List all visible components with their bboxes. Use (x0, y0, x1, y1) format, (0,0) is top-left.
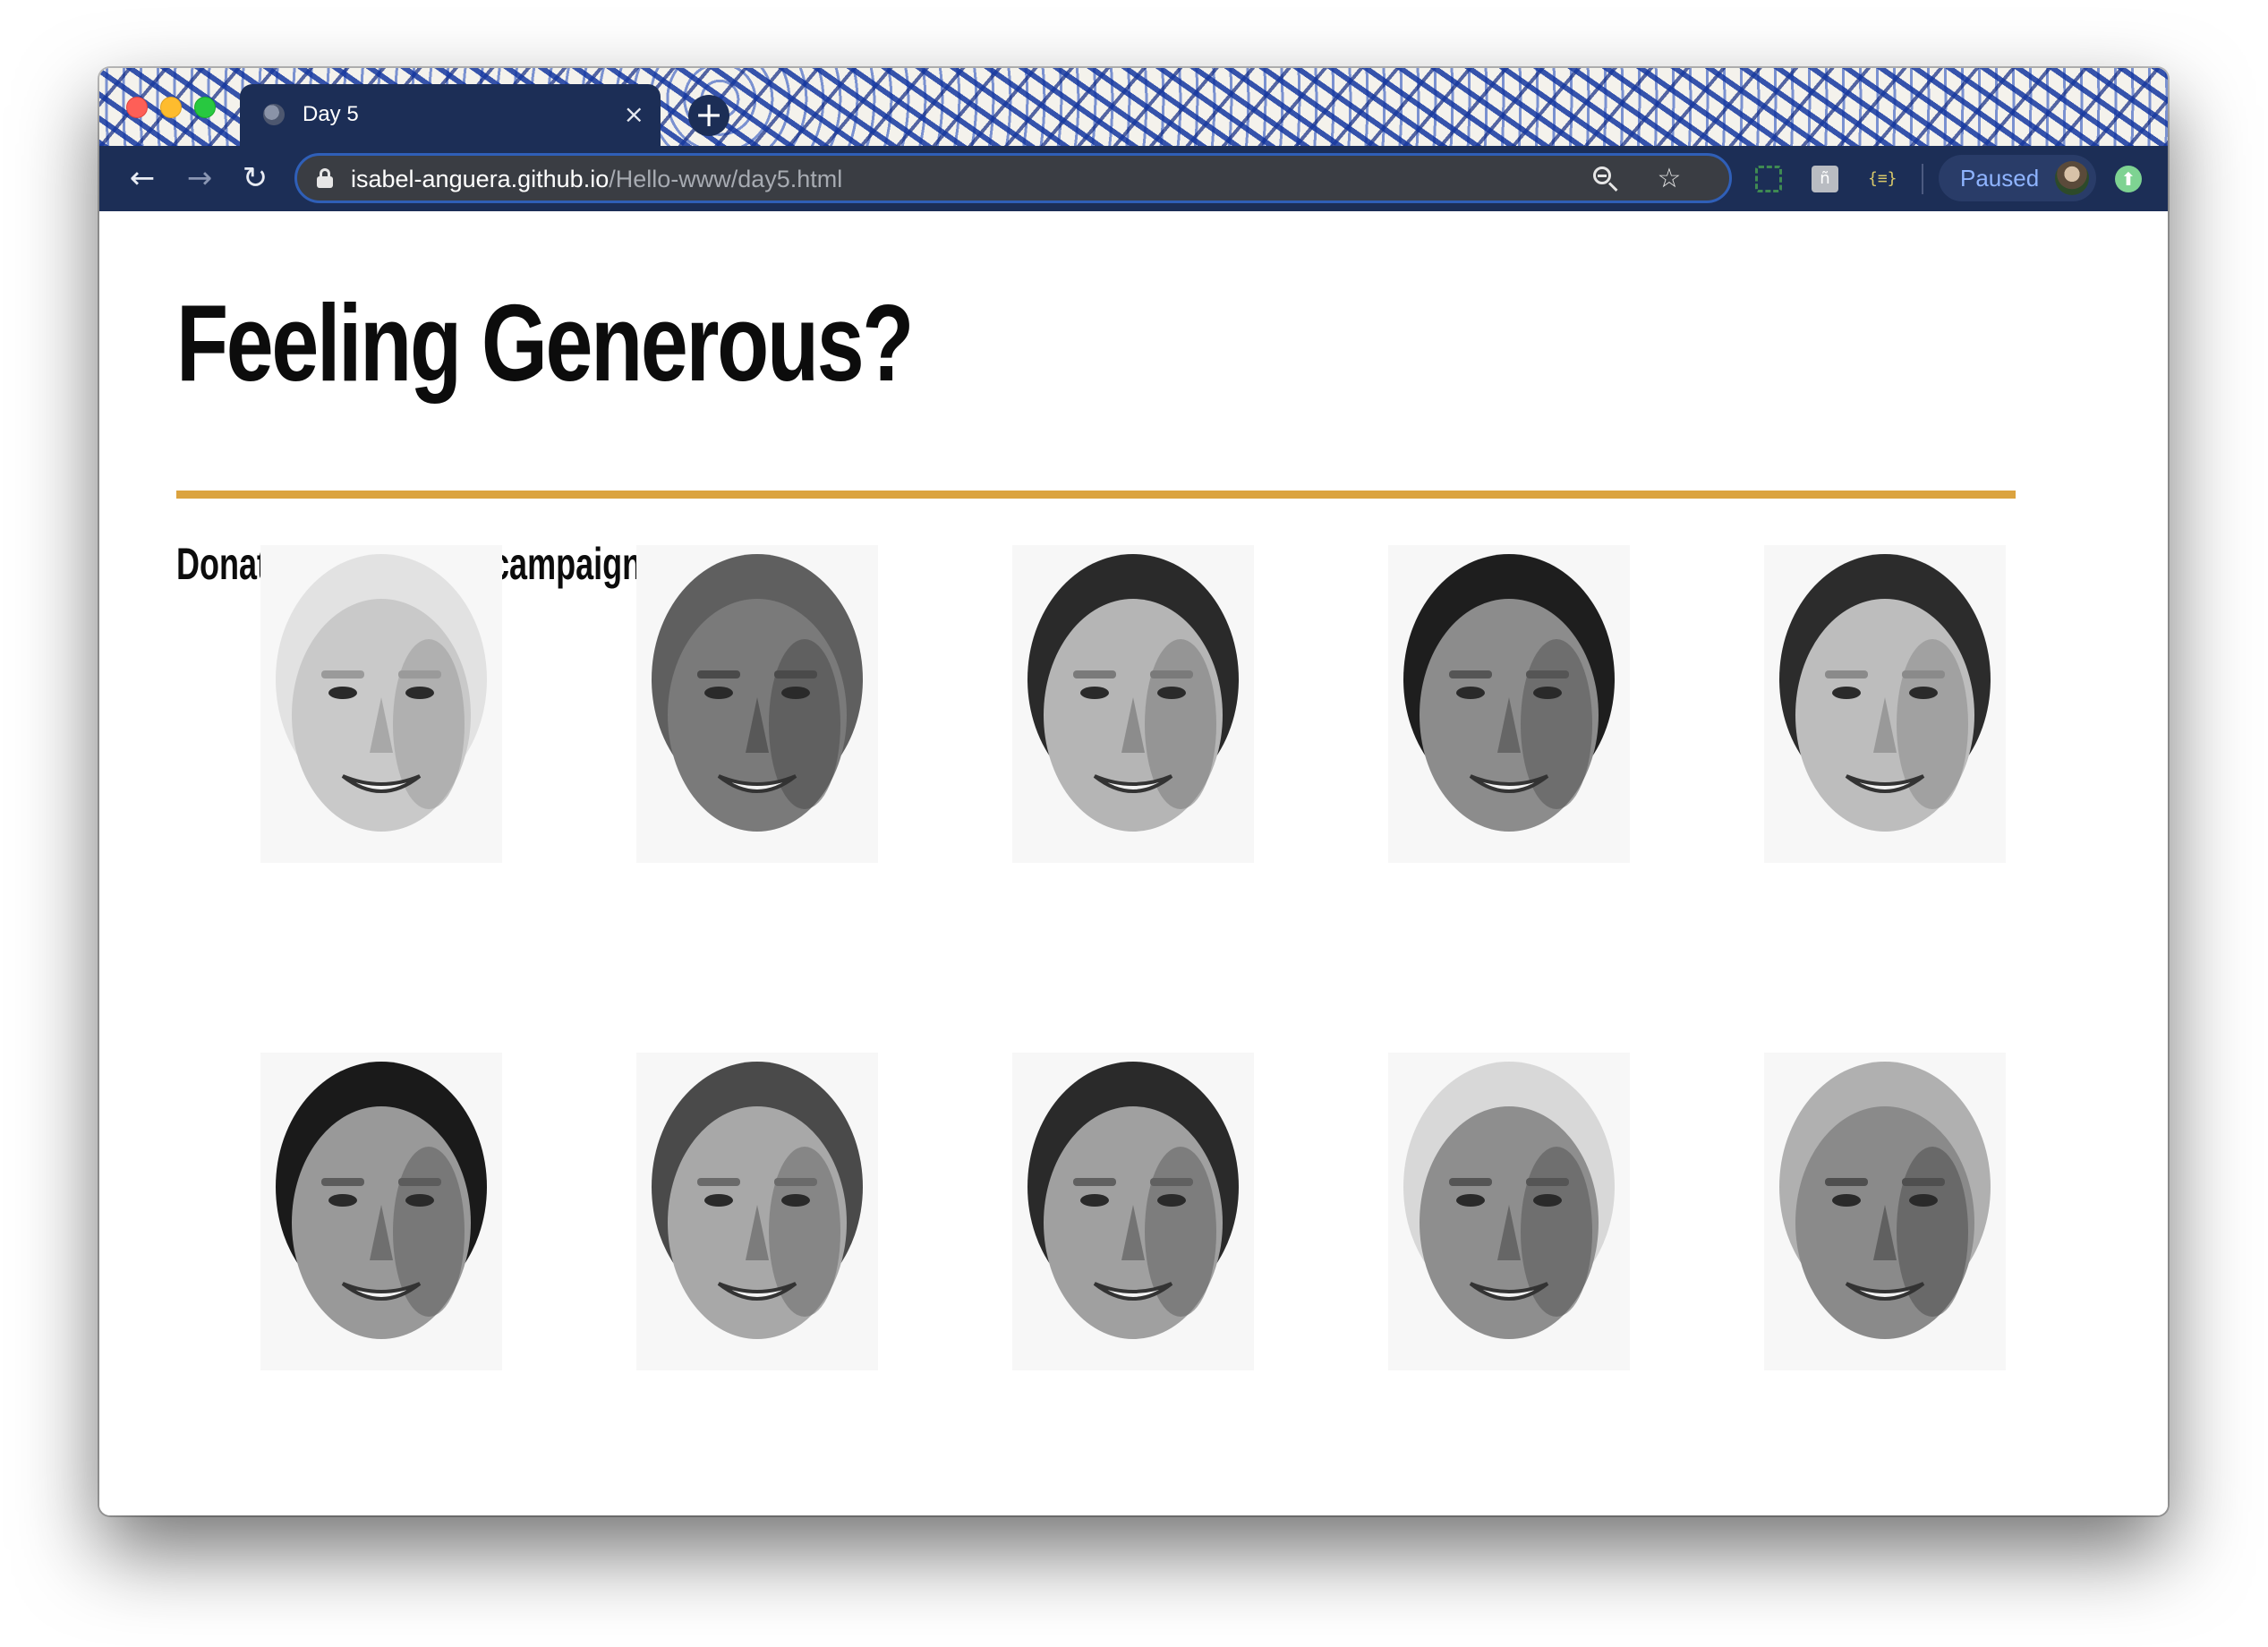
face-portrait-icon (652, 1062, 863, 1339)
face-portrait-icon (276, 554, 487, 832)
tab-day5[interactable]: Day 5 × (240, 84, 661, 146)
extension-icon[interactable]: ñ (1812, 166, 1838, 192)
close-window-button[interactable] (126, 97, 148, 118)
face-portrait-icon (1403, 554, 1615, 832)
browser-window: Day 5 × + ← → ↻ isabel-anguera.github.io… (99, 68, 2168, 1515)
toolbar-divider (1922, 164, 1923, 194)
json-extension-icon[interactable]: {≡} (1868, 166, 1897, 192)
face-portrait-icon (1779, 554, 1991, 832)
tab-title: Day 5 (303, 102, 359, 126)
zoom-icon[interactable] (1593, 166, 1620, 193)
globe-icon (263, 104, 285, 125)
profile-button[interactable]: Paused (1939, 155, 2096, 201)
url-host: isabel-anguera.github.io (351, 166, 610, 192)
face-portrait-icon (652, 554, 863, 832)
profile-status-label: Paused (1960, 165, 2040, 192)
bookmark-star-icon[interactable]: ☆ (1654, 164, 1684, 194)
candidate-photo[interactable] (1012, 1053, 1254, 1370)
tab-strip: Day 5 × + (99, 68, 2168, 146)
page-content: Feeling Generous? Donate to a political … (99, 211, 2168, 1515)
candidate-photo[interactable] (1388, 545, 1630, 863)
update-icon[interactable]: ⬆ (2115, 166, 2142, 192)
face-portrait-icon (1027, 1062, 1239, 1339)
back-button[interactable]: ← (123, 158, 162, 198)
face-portrait-icon (1027, 554, 1239, 832)
title-divider (176, 491, 2016, 499)
face-portrait-icon (1403, 1062, 1615, 1339)
candidate-photo[interactable] (260, 1053, 502, 1370)
face-portrait-icon (1779, 1062, 1991, 1339)
candidate-photo[interactable] (1388, 1053, 1630, 1370)
address-bar[interactable]: isabel-anguera.github.io/Hello-www/day5.… (294, 153, 1732, 203)
toolbar: ← → ↻ isabel-anguera.github.io/Hello-www… (99, 146, 2168, 211)
new-tab-button[interactable]: + (688, 95, 729, 136)
url-path: /Hello-www/day5.html (609, 166, 843, 192)
candidate-photo[interactable] (636, 1053, 878, 1370)
forward-button[interactable]: → (180, 158, 219, 198)
candidate-photo[interactable] (636, 545, 878, 863)
url-text[interactable]: isabel-anguera.github.io/Hello-www/day5.… (351, 166, 842, 193)
candidate-photo[interactable] (260, 545, 502, 863)
close-icon[interactable]: × (624, 97, 644, 132)
face-portrait-icon (276, 1062, 487, 1339)
screen-capture-extension-icon[interactable] (1755, 166, 1782, 192)
page-title: Feeling Generous? (176, 282, 914, 404)
candidate-photo[interactable] (1012, 545, 1254, 863)
reload-button[interactable]: ↻ (235, 158, 275, 198)
minimize-window-button[interactable] (160, 97, 182, 118)
lock-icon[interactable] (317, 168, 333, 188)
candidate-photo[interactable] (1764, 545, 2006, 863)
avatar (2055, 161, 2089, 195)
zoom-window-button[interactable] (194, 97, 216, 118)
candidate-photo[interactable] (1764, 1053, 2006, 1370)
